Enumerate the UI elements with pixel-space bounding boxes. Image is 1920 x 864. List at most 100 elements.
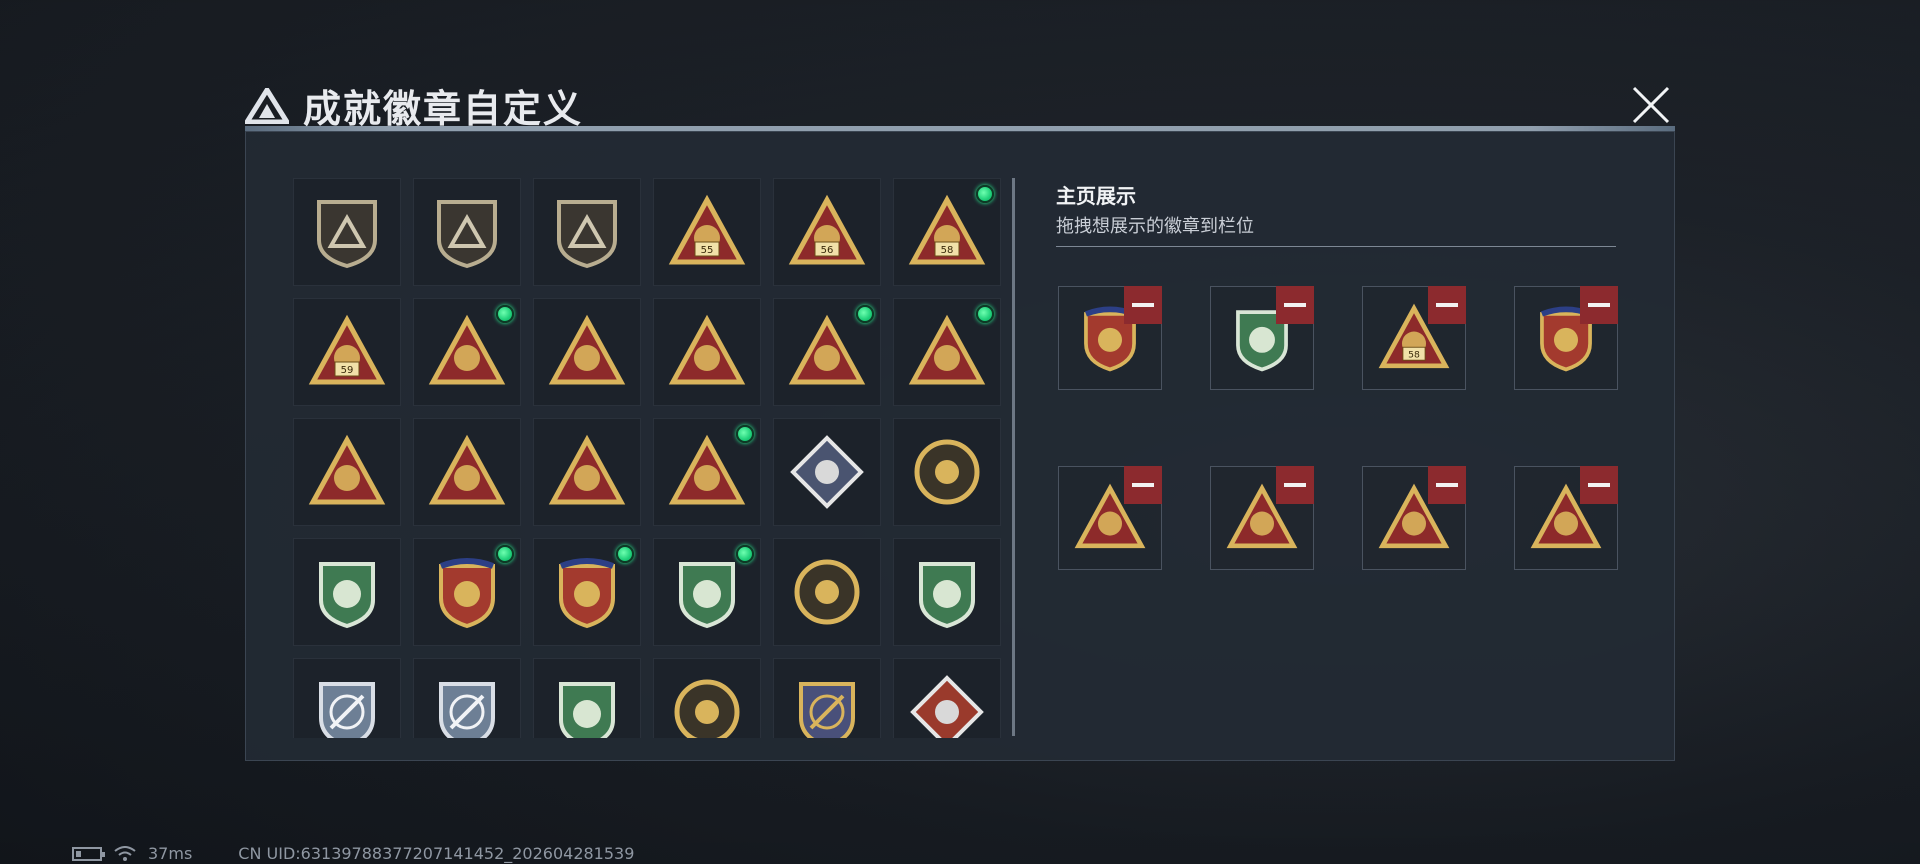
showcase-slot[interactable] — [1058, 286, 1162, 390]
diamond-wolf-icon — [910, 675, 984, 738]
badge-item[interactable] — [533, 418, 641, 526]
badge-item[interactable] — [293, 658, 401, 738]
badge-item[interactable] — [533, 298, 641, 406]
round-star-emblem-icon — [914, 439, 980, 505]
minus-icon — [1284, 483, 1306, 487]
title-bar: 成就徽章自定义 — [245, 78, 583, 133]
badge-item[interactable] — [293, 178, 401, 286]
badge-panel: 55 56 58 59 主页展示 拖拽想展示的徽章到栏位 58 — [245, 131, 1675, 761]
badge-item[interactable]: 56 — [773, 178, 881, 286]
badge-item[interactable] — [653, 658, 761, 738]
showcase-slot[interactable] — [1058, 466, 1162, 570]
battery-icon — [72, 846, 105, 861]
badge-item[interactable] — [293, 418, 401, 526]
new-indicator — [496, 305, 514, 323]
diamond-rose-icon — [790, 435, 864, 509]
scrollbar[interactable] — [1012, 178, 1015, 736]
badge-item[interactable] — [413, 418, 521, 526]
badge-item[interactable]: 59 — [293, 298, 401, 406]
remove-button[interactable] — [1580, 286, 1618, 324]
minus-icon — [1284, 303, 1306, 307]
new-indicator — [856, 305, 874, 323]
remove-button[interactable] — [1428, 286, 1466, 324]
new-indicator — [736, 545, 754, 563]
badge-item[interactable] — [773, 418, 881, 526]
red-shield-crystal-icon — [559, 558, 615, 629]
close-icon[interactable] — [1628, 82, 1674, 128]
badge-item[interactable] — [893, 298, 1001, 406]
new-indicator — [976, 305, 994, 323]
triangle-squad-icon — [548, 434, 626, 505]
user-uid: CN UID:6313978837720714145​2_20260428153… — [238, 844, 635, 863]
remove-button[interactable] — [1580, 466, 1618, 504]
badge-item[interactable] — [893, 538, 1001, 646]
badge-item[interactable] — [533, 538, 641, 646]
badge-list[interactable]: 55 56 58 59 — [293, 178, 1013, 738]
blue-crosshair-rifle-icon — [319, 682, 375, 738]
badge-item[interactable] — [533, 178, 641, 286]
badge-item[interactable] — [893, 418, 1001, 526]
round-scope-icon — [674, 679, 740, 738]
badge-item[interactable] — [773, 298, 881, 406]
showcase-slot[interactable] — [1210, 466, 1314, 570]
triangle-hands-icon — [308, 434, 386, 505]
new-indicator — [616, 545, 634, 563]
showcase-divider — [1056, 246, 1616, 247]
green-crosshair-rifle-icon — [559, 682, 615, 738]
page-title: 成就徽章自定义 — [303, 87, 584, 131]
round-crosshair-face-icon — [794, 559, 860, 625]
green-pearl-icon — [679, 562, 735, 629]
shield-triangle-icon — [317, 200, 377, 269]
remove-button[interactable] — [1124, 286, 1162, 324]
showcase-slot[interactable]: 58 — [1362, 286, 1466, 390]
minus-icon — [1436, 303, 1458, 307]
new-indicator — [976, 185, 994, 203]
remove-button[interactable] — [1124, 466, 1162, 504]
showcase-slot[interactable] — [1362, 466, 1466, 570]
badge-item[interactable]: 58 — [893, 178, 1001, 286]
minus-icon — [1132, 483, 1154, 487]
remove-button[interactable] — [1428, 466, 1466, 504]
badge-item[interactable] — [653, 298, 761, 406]
svg-text:58: 58 — [1408, 349, 1420, 360]
badge-item[interactable] — [893, 658, 1001, 738]
badge-item[interactable] — [773, 658, 881, 738]
remove-button[interactable] — [1276, 286, 1314, 324]
remove-button[interactable] — [1276, 466, 1314, 504]
badge-item[interactable] — [413, 658, 521, 738]
status-bar: 37ms CN UID:6313978837720714145​2_202604… — [72, 844, 634, 863]
badge-item[interactable] — [653, 418, 761, 526]
svg-text:56: 56 — [821, 245, 834, 256]
blue-crosshair-rifle-2-icon — [439, 682, 495, 738]
new-indicator — [736, 425, 754, 443]
green-shield-icon — [319, 562, 375, 629]
green-flower-icon — [919, 562, 975, 629]
svg-text:55: 55 — [701, 245, 714, 256]
triangle-59-icon: 59 — [308, 314, 386, 385]
delta-logo-icon — [245, 87, 289, 124]
badge-item[interactable] — [293, 538, 401, 646]
shield-dagger-icon — [557, 200, 617, 269]
minus-icon — [1436, 483, 1458, 487]
badge-item[interactable]: 55 — [653, 178, 761, 286]
minus-icon — [1588, 483, 1610, 487]
badge-item[interactable] — [413, 298, 521, 406]
badge-item[interactable] — [533, 658, 641, 738]
badge-item[interactable] — [653, 538, 761, 646]
triangle-55-icon: 55 — [668, 194, 746, 265]
gold-crosshair-rifle-icon — [799, 682, 855, 738]
badge-grid: 55 56 58 59 — [293, 178, 1013, 738]
triangle-56-icon: 56 — [788, 194, 866, 265]
showcase-slot[interactable] — [1514, 286, 1618, 390]
badge-item[interactable] — [413, 178, 521, 286]
minus-icon — [1588, 303, 1610, 307]
svg-text:59: 59 — [341, 365, 354, 376]
latency: 37ms — [148, 844, 193, 863]
showcase-slot[interactable] — [1514, 466, 1618, 570]
showcase-slots: 58 — [1058, 286, 1618, 570]
showcase-slot[interactable] — [1210, 286, 1314, 390]
badge-item[interactable] — [413, 538, 521, 646]
badge-item[interactable] — [773, 538, 881, 646]
triangle-boat-icon — [548, 314, 626, 385]
showcase-title: 主页展示 — [1056, 184, 1136, 208]
